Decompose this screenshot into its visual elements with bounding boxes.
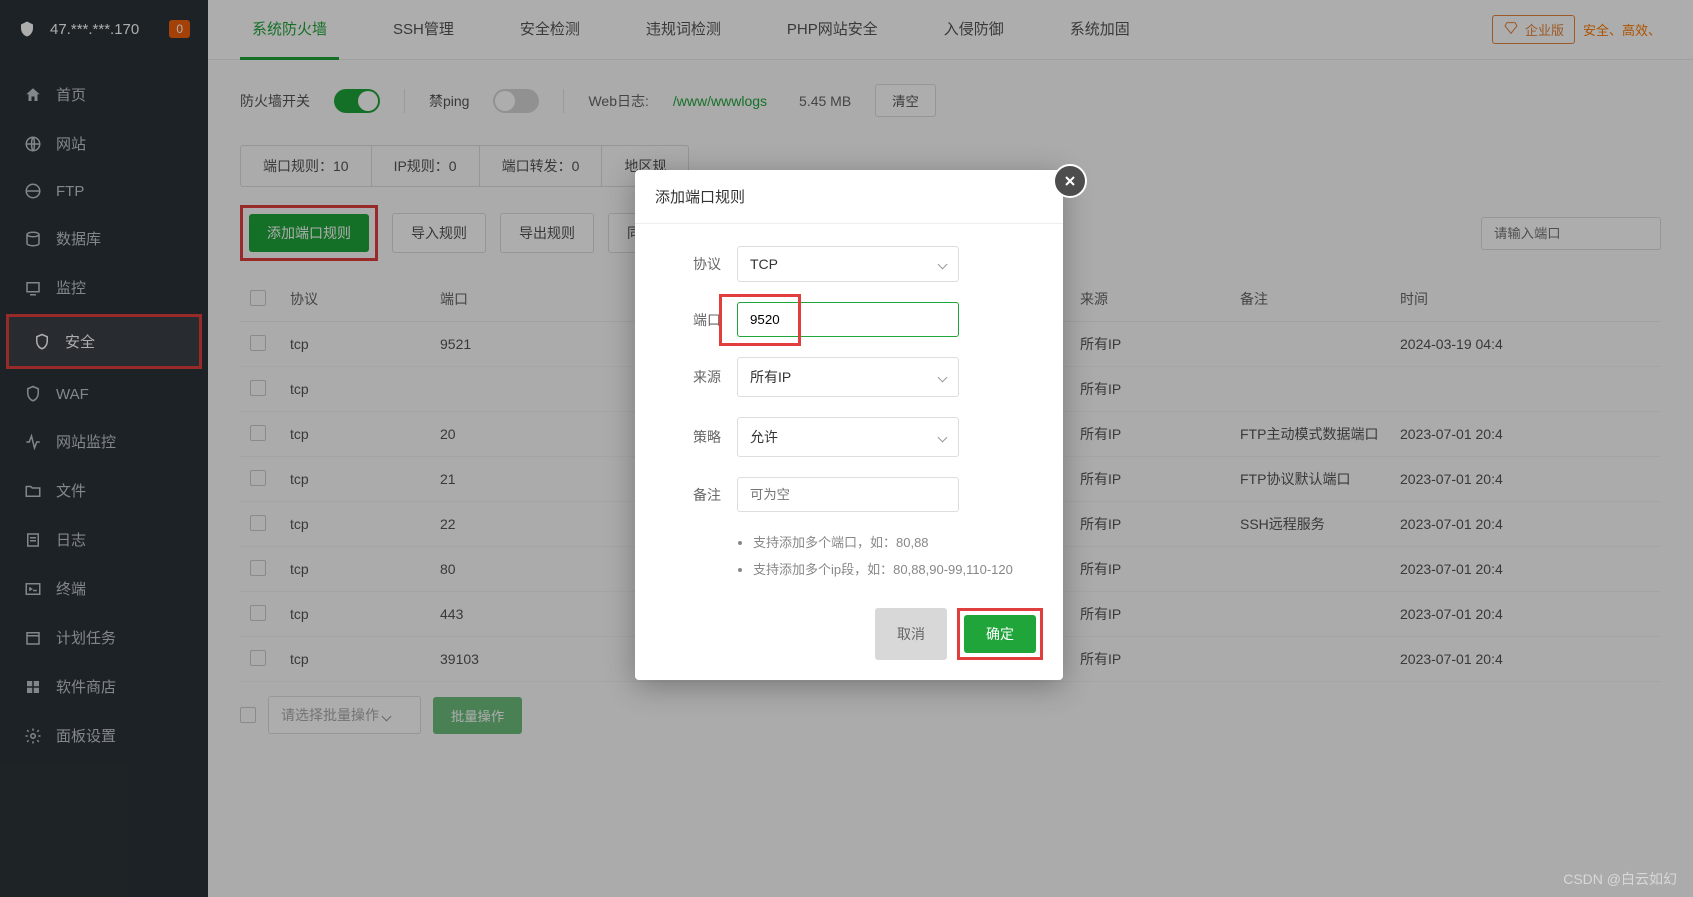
protocol-select[interactable]: TCP [737, 246, 959, 282]
remark-label: 备注 [665, 485, 721, 505]
modal-title: 添加端口规则 [635, 170, 1063, 224]
strategy-select[interactable]: 允许 [737, 417, 959, 457]
confirm-button[interactable]: 确定 [964, 615, 1036, 653]
source-select[interactable]: 所有IP [737, 357, 959, 397]
remark-input[interactable] [737, 477, 959, 512]
port-input[interactable] [737, 302, 959, 337]
hint-text: 支持添加多个ip段，如：80,88,90-99,110-120 [753, 559, 1033, 578]
port-label: 端口 [665, 310, 721, 330]
hint-text: 支持添加多个端口，如：80,88 [753, 532, 1033, 551]
close-icon [1062, 173, 1078, 189]
modal-close-button[interactable] [1053, 164, 1087, 198]
protocol-label: 协议 [665, 254, 721, 274]
add-port-rule-modal: 添加端口规则 协议 TCP 端口 来源 所有IP 策略 允许 备注 [635, 170, 1063, 680]
modal-hints: 支持添加多个端口，如：80,88 支持添加多个ip段，如：80,88,90-99… [665, 532, 1033, 578]
chevron-down-icon [938, 372, 948, 382]
strategy-label: 策略 [665, 427, 721, 447]
source-label: 来源 [665, 367, 721, 387]
cancel-button[interactable]: 取消 [875, 608, 947, 660]
chevron-down-icon [938, 259, 948, 269]
watermark: CSDN @白云如幻 [1563, 869, 1677, 889]
chevron-down-icon [938, 432, 948, 442]
